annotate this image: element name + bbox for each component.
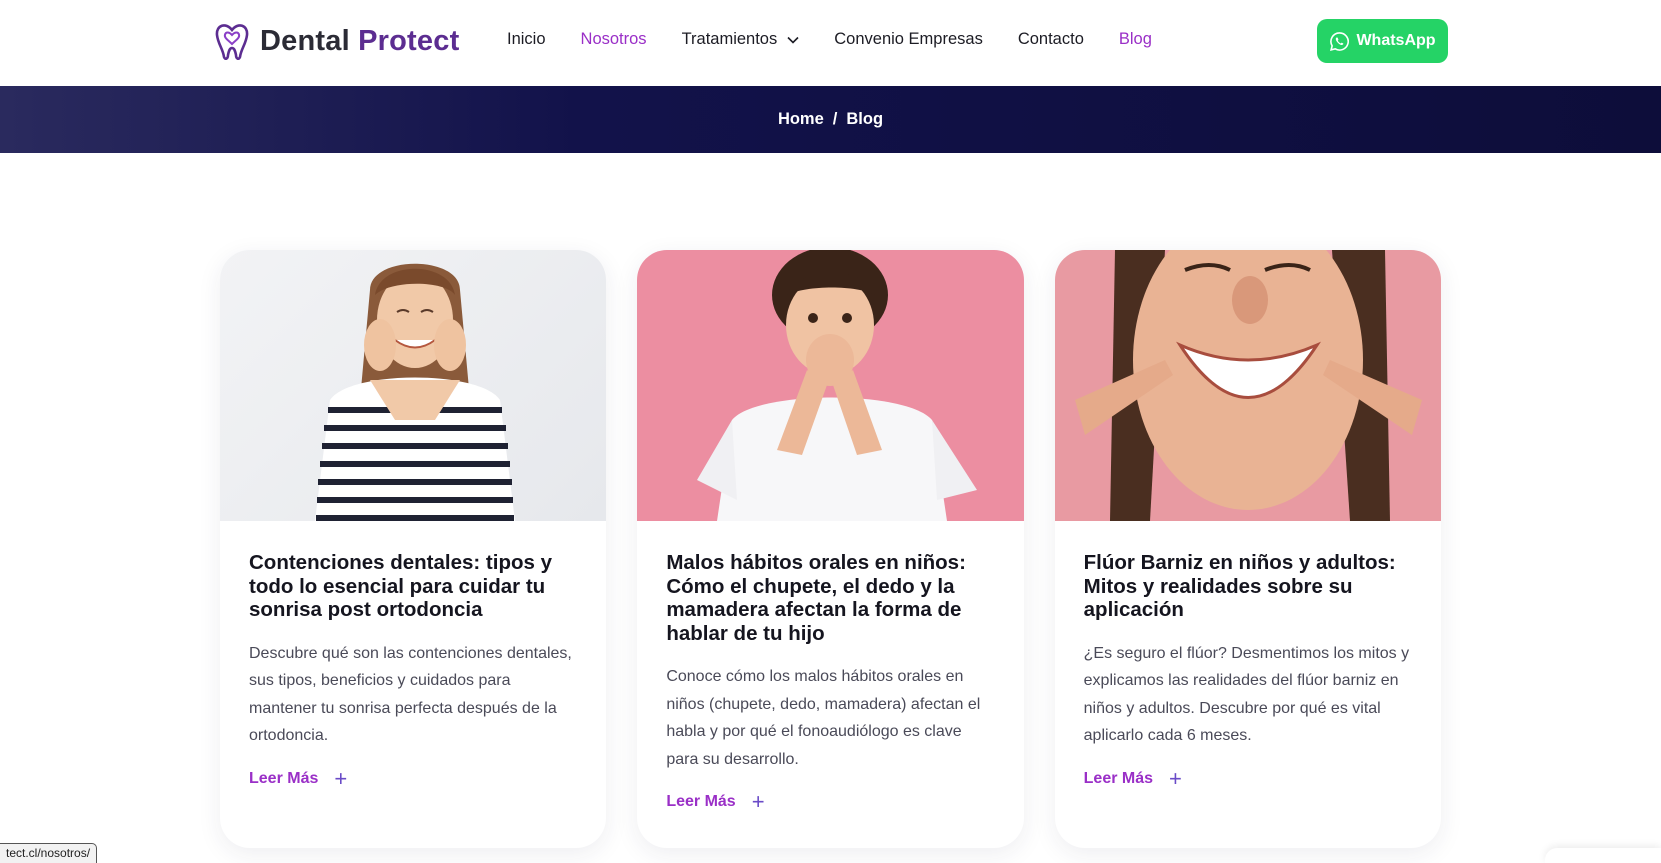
blog-card[interactable]: Flúor Barniz en niños y adultos: Mitos y…	[1054, 250, 1441, 848]
breadcrumb-separator: /	[832, 110, 838, 128]
nav-item-contacto[interactable]: Contacto	[1018, 30, 1084, 49]
main-nav: Inicio Nosotros Tratamientos Convenio Em…	[507, 30, 1187, 49]
nav-item-nosotros[interactable]: Nosotros	[581, 30, 647, 49]
nav-item-tratamientos-label: Tratamientos	[681, 30, 778, 48]
plus-icon: +	[1169, 765, 1182, 791]
blog-card-title[interactable]: Contenciones dentales: tipos y todo lo e…	[249, 551, 577, 622]
blog-card-title[interactable]: Malos hábitos orales en niños: Cómo el c…	[666, 551, 994, 645]
read-more-label: Leer Más	[1083, 769, 1154, 787]
blog-card[interactable]: Malos hábitos orales en niños: Cómo el c…	[637, 250, 1024, 848]
brand-name-part2: Protect	[358, 24, 460, 57]
status-bar-url: tect.cl/nosotros/	[0, 843, 98, 863]
plus-icon: +	[334, 765, 348, 791]
blog-card-image[interactable]	[637, 250, 1024, 521]
read-more-link[interactable]: Leer Más +	[666, 789, 994, 814]
breadcrumb: Home / Blog	[778, 110, 883, 129]
read-more-label: Leer Más	[666, 793, 736, 810]
blog-card-excerpt: Conoce cómo los malos hábitos orales en …	[666, 668, 981, 768]
nav-item-blog[interactable]: Blog	[1119, 30, 1152, 49]
breadcrumb-home[interactable]: Home	[778, 110, 824, 129]
blog-card-excerpt: Descubre qué son las contenciones dental…	[249, 644, 572, 745]
woman-smiling-illustration	[315, 263, 515, 521]
blog-card[interactable]: Contenciones dentales: tipos y todo lo e…	[220, 250, 607, 848]
child-thumb-sucking-illustration	[697, 250, 978, 521]
floating-widget-edge[interactable]	[1545, 848, 1661, 863]
plus-icon: +	[751, 789, 765, 814]
nav-item-tratamientos[interactable]: Tratamientos	[682, 30, 800, 49]
brand-name: Dental Protect	[260, 25, 459, 58]
tooth-heart-icon	[215, 24, 249, 60]
read-more-link[interactable]: Leer Más +	[249, 765, 577, 791]
whatsapp-icon	[1330, 31, 1350, 51]
breadcrumb-current: Blog	[846, 110, 884, 128]
brand-name-part1: Dental	[260, 24, 350, 57]
read-more-link[interactable]: Leer Más +	[1083, 765, 1412, 791]
read-more-label: Leer Más	[249, 769, 319, 787]
blog-post-list: Contenciones dentales: tipos y todo lo e…	[220, 250, 1441, 848]
whatsapp-button[interactable]: WhatsApp	[1317, 19, 1448, 63]
nav-item-convenio-empresas[interactable]: Convenio Empresas	[834, 30, 983, 49]
brand-logo[interactable]: Dental Protect	[214, 22, 459, 60]
blog-card-body: Contenciones dentales: tipos y todo lo e…	[220, 521, 606, 791]
blog-card-excerpt: ¿Es seguro el flúor? Desmentimos los mit…	[1083, 644, 1410, 745]
blog-card-image[interactable]	[1054, 250, 1441, 521]
site-header: Dental Protect Inicio Nosotros Tratamien…	[0, 0, 1661, 86]
blog-card-body: Flúor Barniz en niños y adultos: Mitos y…	[1055, 521, 1441, 791]
blog-card-image[interactable]	[220, 250, 607, 521]
whatsapp-button-label: WhatsApp	[1356, 32, 1436, 49]
nav-item-inicio[interactable]: Inicio	[507, 30, 546, 49]
girl-big-smile-illustration	[1074, 250, 1422, 521]
blog-card-body: Malos hábitos orales en niños: Cómo el c…	[637, 521, 1023, 814]
chevron-down-icon	[787, 36, 799, 44]
blog-card-title[interactable]: Flúor Barniz en niños y adultos: Mitos y…	[1084, 551, 1412, 622]
page-banner: Home / Blog	[0, 86, 1661, 153]
